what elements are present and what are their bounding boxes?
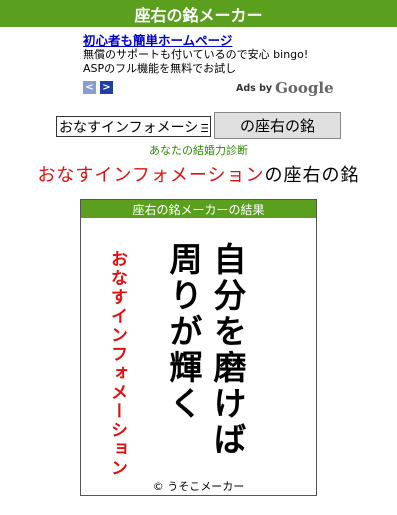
result-card-title: 座右の銘メーカーの結果	[81, 200, 316, 218]
ads-by-google[interactable]: Ads by Google	[236, 79, 334, 97]
ads-by-label: Ads by	[236, 82, 273, 94]
ad-title-link[interactable]: 初心者も簡単ホームページ	[83, 34, 318, 48]
google-logo: Google	[275, 79, 334, 97]
motto-line-1: 自分を磨けば	[208, 242, 247, 458]
result-heading: おなすインフォメーションの座右の銘	[0, 161, 397, 187]
ad-text-line2: ASPのフル機能を無料でお試し	[83, 62, 237, 75]
app-title: 座右の銘メーカー	[134, 5, 263, 25]
result-card-name: おなすインフォメーション	[107, 250, 127, 478]
result-heading-suffix: の座右の銘	[264, 165, 360, 186]
chevron-left-icon[interactable]: <	[83, 81, 96, 94]
ad-block: 初心者も簡単ホームページ 無償のサポートも付いているので安心 bingo! AS…	[83, 34, 318, 76]
marriage-diagnosis-link[interactable]: あなたの結婚力診断	[0, 142, 397, 158]
ad-navigation: < >	[83, 81, 113, 94]
name-input[interactable]	[56, 116, 211, 137]
chevron-right-icon[interactable]: >	[100, 81, 113, 94]
app-header: 座右の銘メーカー	[0, 0, 397, 27]
copyright-text: © うそこメーカー	[152, 480, 245, 493]
ad-text-line1: 無償のサポートも付いているので安心 bingo!	[83, 48, 309, 61]
motto-line-2: 周りが輝く	[164, 242, 203, 422]
submit-button[interactable]: の座右の銘	[214, 112, 341, 139]
result-heading-name: おなすインフォメーション	[37, 165, 265, 186]
result-card: 座右の銘メーカーの結果 自分を磨けば 周りが輝く おなすインフォメーション © …	[80, 199, 317, 496]
